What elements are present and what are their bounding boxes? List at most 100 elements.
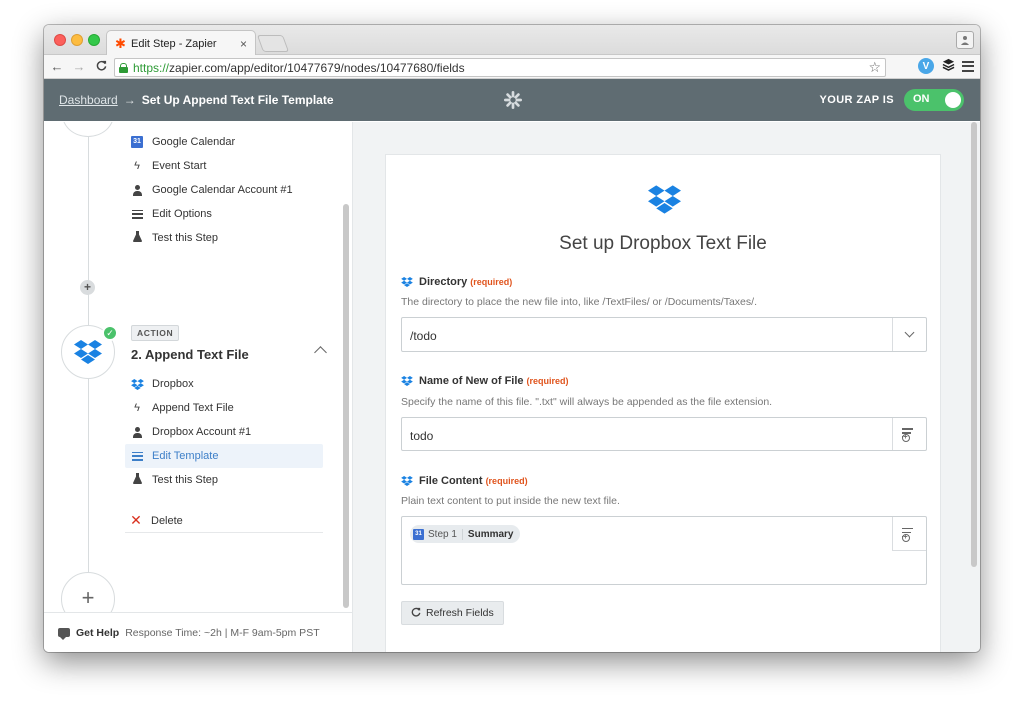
- card-title: Set up Dropbox Text File: [559, 233, 767, 254]
- chat-icon: [58, 628, 70, 640]
- required-tag: (required): [470, 277, 513, 287]
- dropbox-icon: [74, 340, 102, 364]
- address-bar[interactable]: https://zapier.com/app/editor/10477679/n…: [114, 58, 886, 77]
- user-icon: [132, 426, 142, 438]
- file-content-label: File Content (required): [401, 475, 528, 487]
- directory-help: The directory to place the new file into…: [401, 296, 757, 308]
- zapier-logo-icon[interactable]: [504, 91, 522, 112]
- trigger-step-circle[interactable]: [62, 122, 114, 137]
- close-window-button[interactable]: [54, 34, 66, 46]
- reload-icon[interactable]: [92, 59, 110, 74]
- sidebar-item-label: Test this Step: [152, 474, 219, 486]
- directory-label: Directory (required): [401, 276, 512, 288]
- browser-tab[interactable]: ✱ Edit Step - Zapier ×: [106, 30, 256, 56]
- file-name-help: Specify the name of this file. ".txt" wi…: [401, 396, 773, 408]
- file-name-value: todo: [410, 429, 434, 443]
- insert-field-icon: +: [901, 527, 918, 542]
- delete-step-button[interactable]: ✕ Delete: [125, 509, 323, 533]
- file-name-label: Name of New of File (required): [401, 375, 569, 387]
- dropbox-icon: [401, 476, 413, 486]
- sidebar-item-google-calendar[interactable]: 31 Google Calendar: [125, 130, 323, 154]
- pill-step: Step 1: [428, 528, 463, 540]
- main-panel: Set up Dropbox Text File Directory (requ…: [353, 122, 980, 652]
- main-scrollbar[interactable]: [971, 122, 977, 567]
- sidebar-item-label: Edit Options: [152, 208, 212, 220]
- file-content-textarea[interactable]: 31 Step 1 Summary +: [401, 516, 927, 585]
- zap-status-label: YOUR ZAP IS: [819, 94, 894, 106]
- zap-status: YOUR ZAP IS ON: [819, 89, 964, 111]
- insert-field-button[interactable]: +: [892, 517, 926, 551]
- sidebar-item-edit-options[interactable]: Edit Options: [125, 202, 323, 226]
- sidebar-item-label: Dropbox Account #1: [152, 426, 252, 438]
- steps-sidebar: 31 Google Calendar ϟ Event Start Google …: [44, 122, 353, 652]
- toggle-label: ON: [913, 93, 930, 105]
- action-badge: ACTION: [131, 325, 180, 341]
- dashboard-link[interactable]: Dashboard: [59, 93, 118, 107]
- breadcrumb: Dashboard → Set Up Append Text File Temp…: [59, 93, 334, 107]
- sidebar-item-append-text-file[interactable]: ϟ Append Text File: [125, 396, 323, 420]
- new-tab-button[interactable]: [256, 35, 290, 52]
- minimize-window-button[interactable]: [71, 34, 83, 46]
- file-content-help: Plain text content to put inside the new…: [401, 495, 620, 507]
- browser-window: ✱ Edit Step - Zapier × ← → https://zapie…: [44, 25, 980, 652]
- insert-field-button[interactable]: +: [892, 418, 926, 450]
- extension-v-icon[interactable]: V: [918, 58, 934, 74]
- editor-content: 31 Google Calendar ϟ Event Start Google …: [44, 122, 980, 652]
- get-help-link[interactable]: Get Help: [76, 627, 119, 639]
- lines-icon: [131, 451, 143, 461]
- url-protocol: https://: [133, 60, 170, 75]
- file-name-input[interactable]: todo +: [401, 417, 927, 451]
- pill-field-name: Summary: [467, 528, 514, 540]
- refresh-fields-button[interactable]: Refresh Fields: [401, 601, 504, 625]
- bookmark-star-icon[interactable]: ☆: [868, 59, 881, 76]
- step-title[interactable]: 2. Append Text File: [131, 347, 249, 362]
- field-label-text: Directory: [419, 276, 468, 288]
- profile-icon[interactable]: [956, 31, 974, 49]
- setup-card: Set up Dropbox Text File Directory (requ…: [385, 154, 941, 652]
- directory-select[interactable]: /todo: [401, 317, 927, 352]
- zap-on-toggle[interactable]: ON: [904, 89, 964, 111]
- sidebar-item-test-step[interactable]: Test this Step: [125, 226, 323, 250]
- lock-icon: [119, 62, 128, 73]
- buffer-layers-icon[interactable]: [940, 58, 956, 74]
- dropbox-logo-icon: [648, 185, 681, 214]
- sidebar-item-dropbox-account[interactable]: Dropbox Account #1: [125, 420, 323, 444]
- add-step-small-icon[interactable]: +: [80, 280, 95, 295]
- tab-close-icon[interactable]: ×: [240, 37, 247, 51]
- user-icon: [132, 184, 142, 196]
- browser-titlebar: ✱ Edit Step - Zapier ×: [44, 25, 980, 56]
- browser-menu-icon[interactable]: [962, 60, 974, 72]
- required-tag: (required): [526, 376, 569, 386]
- response-time: Response Time: ~2h | M-F 9am-5pm PST: [125, 626, 320, 639]
- dropbox-icon: [401, 376, 413, 386]
- flask-icon: [132, 231, 142, 245]
- action-menu: Dropbox ϟ Append Text File Dropbox Accou…: [125, 372, 323, 492]
- bolt-icon: ϟ: [134, 402, 140, 414]
- sidebar-item-event-start[interactable]: ϟ Event Start: [125, 154, 323, 178]
- trigger-menu: 31 Google Calendar ϟ Event Start Google …: [125, 130, 323, 250]
- get-help-bar: Get Help Response Time: ~2h | M-F 9am-5p…: [44, 612, 352, 652]
- sidebar-item-dropbox[interactable]: Dropbox: [125, 372, 323, 396]
- back-arrow-icon[interactable]: ←: [48, 59, 66, 74]
- chevron-up-icon[interactable]: [314, 346, 327, 359]
- lines-icon: [131, 209, 143, 219]
- refresh-label: Refresh Fields: [426, 607, 494, 619]
- forward-arrow-icon[interactable]: →: [70, 59, 88, 74]
- sidebar-item-account[interactable]: Google Calendar Account #1: [125, 178, 323, 202]
- sidebar-item-edit-template[interactable]: Edit Template: [125, 444, 323, 468]
- field-label-text: Name of New of File: [419, 375, 524, 387]
- google-calendar-icon: 31: [413, 528, 424, 540]
- directory-value: /todo: [410, 329, 437, 343]
- dropbox-icon: [130, 378, 144, 390]
- sidebar-item-label: Dropbox: [152, 378, 194, 390]
- google-calendar-icon: 31: [131, 136, 143, 148]
- directory-dropdown-button[interactable]: [892, 318, 926, 351]
- maximize-window-button[interactable]: [88, 34, 100, 46]
- sidebar-item-label: Event Start: [152, 160, 207, 172]
- sidebar-item-test-step[interactable]: Test this Step: [125, 468, 323, 492]
- field-pill[interactable]: 31 Step 1 Summary: [410, 525, 520, 543]
- sidebar-scrollbar[interactable]: [343, 204, 349, 608]
- dropbox-icon: [401, 277, 413, 287]
- required-tag: (required): [485, 476, 528, 486]
- browser-toolbar: ← → https://zapier.com/app/editor/104776…: [44, 55, 980, 79]
